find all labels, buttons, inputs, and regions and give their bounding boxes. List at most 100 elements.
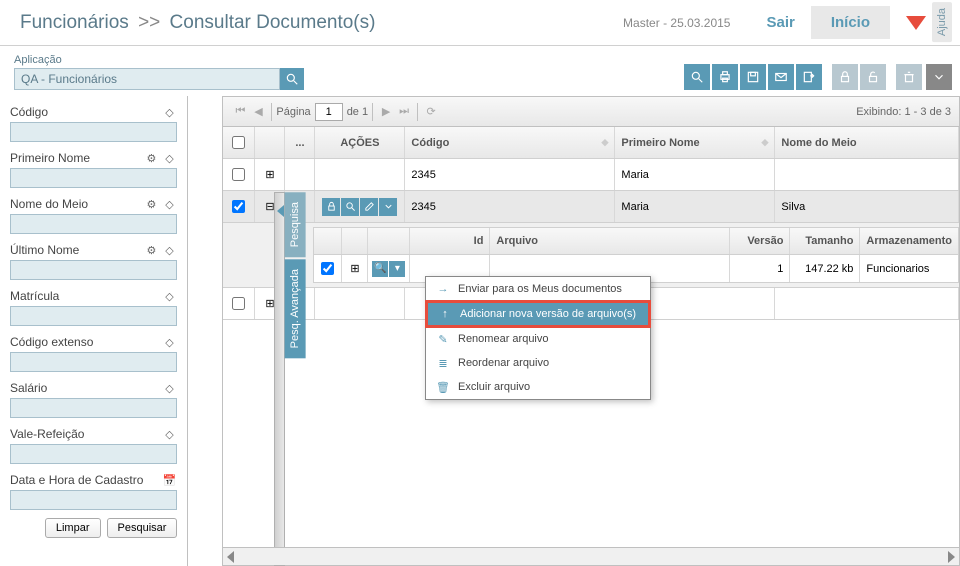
filter-input-primeiro nome[interactable] (10, 168, 177, 188)
context-menu-item[interactable]: ✎ Renomear arquivo (426, 327, 650, 351)
wand-icon[interactable]: ◇ (161, 242, 177, 258)
row-checkbox[interactable] (232, 200, 245, 213)
toolbar-lock-button[interactable] (832, 64, 858, 90)
subrow-checkbox[interactable] (321, 262, 334, 275)
context-menu-item[interactable]: →Enviar para os Meus documentos (426, 277, 650, 301)
row-checkbox[interactable] (232, 297, 245, 310)
tab-pesquisa-avancada[interactable]: Pesq. Avançada (285, 259, 306, 358)
gear-icon[interactable]: ⚙ (143, 242, 159, 258)
wand-icon[interactable]: ◇ (161, 196, 177, 212)
application-label: Aplicação (14, 54, 304, 66)
col-codigo[interactable]: Código◆ (405, 127, 615, 158)
search-icon (345, 201, 356, 212)
pager-prev-button[interactable]: ◀ (249, 103, 267, 121)
calendar-icon[interactable]: 📅 (161, 472, 177, 488)
field-label: Último Nome (10, 243, 79, 257)
filter-panel: Código ◇ Primeiro Nome ⚙◇ Nome do Meio ⚙… (0, 96, 188, 566)
row-lock-button[interactable] (322, 198, 340, 216)
toolbar-save-button[interactable] (740, 64, 766, 90)
home-button[interactable]: Início (811, 6, 890, 39)
col-nome-meio[interactable]: Nome do Meio (775, 127, 959, 158)
table-row[interactable]: ⊟ 2345 Maria Silva (223, 191, 959, 223)
application-search-button[interactable] (280, 68, 304, 90)
toolbar-export-button[interactable] (796, 64, 822, 90)
filter-input-último nome[interactable] (10, 260, 177, 280)
mail-icon (774, 70, 788, 84)
search-button[interactable]: Pesquisar (107, 518, 178, 538)
context-menu-icon: → (434, 281, 452, 297)
col-actions: AÇÕES (315, 127, 405, 158)
chevron-down-icon (383, 201, 394, 212)
subrow-view-button[interactable]: 🔍 (372, 261, 388, 277)
row-edit-button[interactable] (360, 198, 378, 216)
filter-input-código extenso[interactable] (10, 352, 177, 372)
col-primeiro-nome[interactable]: Primeiro Nome◆ (615, 127, 775, 158)
toolbar-delete-button[interactable] (896, 64, 922, 90)
gear-icon[interactable]: ⚙ (143, 150, 159, 166)
wand-icon[interactable]: ◇ (161, 288, 177, 304)
context-menu-item[interactable]: ≣Reordenar arquivo (426, 351, 650, 375)
trash-icon (902, 70, 916, 84)
toolbar-print-button[interactable] (712, 64, 738, 90)
save-icon (746, 70, 760, 84)
context-menu: →Enviar para os Meus documentos↑Adiciona… (425, 276, 651, 400)
context-menu-label: Adicionar nova versão de arquivo(s) (460, 308, 636, 320)
gear-icon[interactable]: ⚙ (143, 196, 159, 212)
context-menu-icon: ✎ (434, 331, 452, 347)
pager-refresh-button[interactable]: ⟳ (422, 103, 440, 121)
splitter-handle[interactable] (274, 192, 285, 566)
wand-icon[interactable]: ◇ (161, 334, 177, 350)
expand-button[interactable]: ⊞ (255, 159, 285, 190)
toolbar-mail-button[interactable] (768, 64, 794, 90)
breadcrumb-sep: >> (138, 12, 160, 33)
chevron-down-icon (932, 70, 946, 84)
dropdown-trigger-icon[interactable] (906, 16, 926, 30)
table-row[interactable]: ⊞ 2345 Maria (223, 159, 959, 191)
tab-pesquisa[interactable]: Pesquisa (285, 192, 306, 257)
pager-first-button[interactable]: ⏮ (231, 103, 249, 121)
wand-icon[interactable]: ◇ (161, 380, 177, 396)
sort-icon: ◆ (602, 137, 609, 148)
pager-next-button[interactable]: ▶ (377, 103, 395, 121)
context-menu-label: Renomear arquivo (458, 333, 549, 345)
field-label: Código (10, 105, 48, 119)
field-label: Salário (10, 381, 47, 395)
row-checkbox[interactable] (232, 168, 245, 181)
clear-button[interactable]: Limpar (45, 518, 101, 538)
toolbar (678, 64, 952, 90)
pencil-icon (364, 201, 375, 212)
row-more-button[interactable] (379, 198, 397, 216)
field-label: Data e Hora de Cadastro (10, 473, 143, 487)
wand-icon[interactable]: ◇ (161, 104, 177, 120)
context-menu-item[interactable]: ↑Adicionar nova versão de arquivo(s) (425, 300, 651, 328)
toolbar-unlock-button[interactable] (860, 64, 886, 90)
pager-page-input[interactable] (315, 103, 343, 121)
application-input[interactable] (14, 68, 280, 90)
subrow-expand-button[interactable]: ⊞ (342, 255, 368, 282)
wand-icon[interactable]: ◇ (161, 426, 177, 442)
filter-input-salário[interactable] (10, 398, 177, 418)
wand-icon[interactable]: ◇ (161, 150, 177, 166)
pager-info: Exibindo: 1 - 3 de 3 (856, 106, 951, 118)
context-menu-item[interactable]: 🗑Excluir arquivo (426, 375, 650, 399)
filter-input-vale-refeição[interactable] (10, 444, 177, 464)
checkbox-all[interactable] (232, 136, 245, 149)
filter-input-data e hora de cadastro[interactable] (10, 490, 177, 510)
help-tab[interactable]: Ajuda (932, 2, 952, 42)
pager-label: Página (276, 106, 310, 118)
col-indicator: ... (285, 127, 315, 158)
toolbar-search-button[interactable] (684, 64, 710, 90)
filter-input-código[interactable] (10, 122, 177, 142)
filter-input-matrícula[interactable] (10, 306, 177, 326)
lock-icon (838, 70, 852, 84)
toolbar-more-button[interactable] (926, 64, 952, 90)
search-icon (285, 72, 299, 86)
field-label: Primeiro Nome (10, 151, 90, 165)
logout-button[interactable]: Sair (750, 6, 810, 39)
subrow-more-button[interactable]: ▾ (389, 261, 405, 277)
row-view-button[interactable] (341, 198, 359, 216)
horizontal-scrollbar[interactable] (223, 547, 959, 565)
subcol-versao: Versão (730, 228, 790, 254)
filter-input-nome do meio[interactable] (10, 214, 177, 234)
pager-last-button[interactable]: ⏭ (395, 103, 413, 121)
